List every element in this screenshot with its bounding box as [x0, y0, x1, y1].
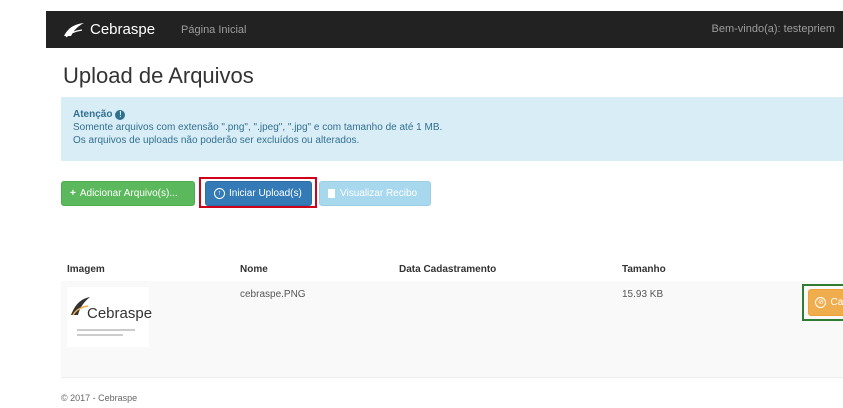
view-receipt-button[interactable]: Visualizar Recibo — [319, 181, 431, 206]
alert-line-1: Somente arquivos com extensão ".png", ".… — [73, 122, 443, 133]
info-icon: ! — [115, 109, 126, 120]
thumbnail-caption-line — [77, 334, 123, 336]
brand-name: Cebraspe — [90, 21, 156, 38]
cebraspe-logo-icon — [64, 22, 84, 37]
file-thumbnail: Cebraspe — [67, 287, 153, 347]
document-icon — [328, 189, 335, 198]
info-alert: Atenção ! Somente arquivos com extensão … — [61, 97, 843, 161]
header-image: Imagem — [67, 264, 105, 275]
brand[interactable]: Cebraspe — [62, 21, 155, 38]
thumbnail-caption-line — [77, 329, 135, 331]
file-size: 15.93 KB — [622, 289, 664, 300]
add-files-button[interactable]: + Adicionar Arquivo(s)... — [61, 181, 195, 206]
footer: © 2017 - Cebraspe — [61, 393, 138, 403]
cancel-label: Cancelar — [830, 297, 843, 308]
alert-title-text: Atenção — [73, 109, 113, 120]
thumbnail-logo-text: Cebraspe — [87, 305, 153, 322]
page-title: Upload de Arquivos — [63, 63, 254, 88]
alert-line-2: Os arquivos de uploads não poderão ser e… — [73, 135, 360, 146]
alert-title: Atenção ! — [73, 108, 831, 121]
header-name: Nome — [240, 264, 268, 275]
cancel-button[interactable]: ⊘ Cancelar — [808, 289, 843, 316]
nav-home-link[interactable]: Página Inicial — [181, 24, 246, 36]
top-navbar: Cebraspe Página Inicial Bem-vindo(a): te… — [46, 11, 843, 48]
file-name: cebraspe.PNG — [240, 289, 306, 300]
header-date: Data Cadastramento — [399, 264, 497, 275]
start-upload-button[interactable]: ↑ Iniciar Upload(s) — [205, 181, 312, 206]
add-files-label: Adicionar Arquivo(s)... — [79, 188, 178, 199]
plus-icon: + — [70, 188, 76, 199]
view-receipt-label: Visualizar Recibo — [340, 188, 418, 199]
header-size: Tamanho — [622, 264, 666, 275]
upload-circle-icon: ↑ — [214, 188, 225, 199]
table-row: Cebraspe cebraspe.PNG 15.93 KB ⊘ Cancela… — [61, 281, 843, 378]
table-header: Imagem Nome Data Cadastramento Tamanho — [61, 259, 843, 283]
user-welcome[interactable]: Bem-vindo(a): testepriem — [712, 23, 836, 35]
cancel-circle-icon: ⊘ — [815, 297, 827, 308]
start-upload-label: Iniciar Upload(s) — [229, 188, 302, 199]
